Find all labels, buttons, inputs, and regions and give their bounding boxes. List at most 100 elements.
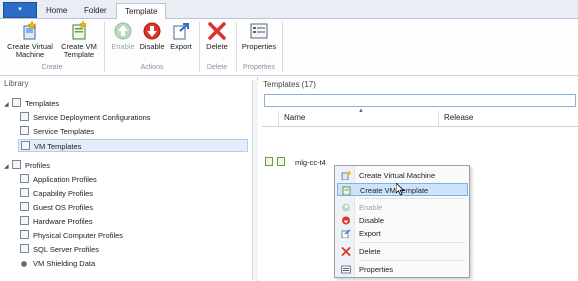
tree-item-service-templates[interactable]: Service Templates <box>20 125 94 138</box>
ribbon-tab-bar: ▾ Home Folder Template <box>0 0 578 20</box>
ribbon-separator <box>282 22 283 72</box>
disable-label: Disable <box>139 42 165 51</box>
tab-folder[interactable]: Folder <box>76 3 115 19</box>
properties-icon <box>250 23 268 39</box>
tab-template[interactable]: Template <box>116 3 167 20</box>
menu-item-label: Export <box>359 229 381 238</box>
delete-button[interactable]: Delete <box>203 21 231 51</box>
menu-separator <box>359 198 465 199</box>
menu-separator <box>359 260 465 261</box>
tree-item-vm-templates[interactable]: VM Templates <box>18 139 248 152</box>
ribbon: Create Virtual Machine Create VM Templat… <box>0 19 578 76</box>
menu-separator <box>359 242 465 243</box>
column-separator[interactable] <box>438 111 439 126</box>
properties-button[interactable]: Properties <box>240 21 278 51</box>
tree-item-label: Application Profiles <box>33 175 97 184</box>
create-template-icon <box>72 21 88 40</box>
column-header-name[interactable]: Name <box>284 113 305 122</box>
tree-item-guest-os-profiles[interactable]: Guest OS Profiles <box>20 201 93 214</box>
application-profile-icon <box>20 174 29 183</box>
physical-computer-profile-icon <box>20 230 29 239</box>
menu-item-properties[interactable]: Properties <box>337 263 468 276</box>
enable-icon <box>114 22 132 40</box>
library-title: Library <box>4 79 29 88</box>
create-template-label-2: Template <box>63 50 95 59</box>
tree-item-label: Guest OS Profiles <box>33 203 94 212</box>
tree-item-physical-computer-profiles[interactable]: Physical Computer Profiles <box>20 229 123 242</box>
group-label-delete: Delete <box>206 64 228 71</box>
properties-icon <box>341 265 351 274</box>
menu-item-label: Enable <box>359 203 383 212</box>
app-menu-button[interactable]: ▾ <box>3 2 37 18</box>
pane-splitter[interactable] <box>252 80 258 280</box>
sql-server-profile-icon <box>20 244 29 253</box>
export-button[interactable]: Export <box>167 21 195 51</box>
disable-icon <box>342 216 350 225</box>
menu-item-delete[interactable]: Delete <box>337 245 468 258</box>
delete-label: Delete <box>206 42 228 51</box>
tree-item-label: VM Shielding Data <box>33 259 96 268</box>
folder-icon <box>12 160 21 169</box>
sort-ascending-icon: ▲ <box>358 108 364 114</box>
tab-home[interactable]: Home <box>38 3 75 19</box>
tree-item-label: Capability Profiles <box>33 189 94 198</box>
tree-item-label: Service Templates <box>33 127 95 136</box>
vm-template-icon <box>21 141 30 150</box>
column-header-release[interactable]: Release <box>444 113 473 122</box>
mouse-cursor-icon <box>396 183 405 196</box>
export-icon <box>173 23 189 40</box>
table-row[interactable]: mlg-cc-t4 <box>265 157 326 169</box>
tree-item-label: Service Deployment Configurations <box>33 113 151 122</box>
column-separator <box>278 111 279 126</box>
shield-icon <box>21 261 27 267</box>
tree-item-label: SQL Server Profiles <box>33 245 99 254</box>
export-label: Export <box>170 42 192 51</box>
disable-button[interactable]: Disable <box>138 21 166 51</box>
status-icon <box>265 157 273 166</box>
group-label-create: Create <box>41 64 63 71</box>
menu-item-enable[interactable]: Enable <box>337 201 468 214</box>
tree-item-application-profiles[interactable]: Application Profiles <box>20 173 97 186</box>
delete-icon <box>208 22 226 40</box>
ribbon-separator <box>199 22 200 72</box>
grid-header: ▲ Name Release <box>262 108 578 127</box>
menu-item-label: Disable <box>359 216 385 225</box>
templates-count-title: Templates (17) <box>263 80 316 89</box>
tree-node-templates[interactable]: ◢ Templates <box>4 97 59 110</box>
menu-item-label: Create VM Template <box>360 186 429 195</box>
create-vm-label-2: Machine <box>15 50 45 59</box>
collapse-triangle-icon[interactable]: ◢ <box>4 99 12 112</box>
filter-input[interactable] <box>264 94 576 107</box>
tree-item-vm-shielding-data[interactable]: VM Shielding Data <box>20 257 95 270</box>
tree-node-label: Profiles <box>25 161 51 170</box>
tree-item-label: Hardware Profiles <box>33 217 93 226</box>
row-name: mlg-cc-t4 <box>295 158 326 167</box>
collapse-triangle-icon[interactable]: ◢ <box>4 161 12 174</box>
tree-item-label: VM Templates <box>34 142 82 151</box>
deployment-config-icon <box>20 112 29 121</box>
menu-item-export[interactable]: Export <box>337 227 468 240</box>
menu-item-label: Properties <box>359 265 394 274</box>
menu-item-create-virtual-machine[interactable]: Create Virtual Machine <box>337 169 468 182</box>
create-template-icon <box>342 186 351 195</box>
group-label-properties: Properties <box>243 64 275 71</box>
enable-button[interactable]: Enable <box>109 21 137 51</box>
tree-node-profiles[interactable]: ◢ Profiles <box>4 159 50 172</box>
properties-label: Properties <box>241 42 277 51</box>
menu-item-label: Delete <box>359 247 381 256</box>
create-vm-template-button[interactable]: Create VM Template <box>58 21 100 59</box>
menu-item-disable[interactable]: Disable <box>337 214 468 227</box>
capability-profile-icon <box>20 188 29 197</box>
hardware-profile-icon <box>20 216 29 225</box>
tree-item-sql-server-profiles[interactable]: SQL Server Profiles <box>20 243 99 256</box>
disable-icon <box>143 22 161 40</box>
create-vm-icon <box>341 171 351 180</box>
tree-item-service-deployment-configurations[interactable]: Service Deployment Configurations <box>20 111 151 124</box>
create-virtual-machine-button[interactable]: Create Virtual Machine <box>4 21 56 59</box>
guest-os-profile-icon <box>20 202 29 211</box>
tree-item-hardware-profiles[interactable]: Hardware Profiles <box>20 215 93 228</box>
service-template-icon <box>20 126 29 135</box>
tree-item-capability-profiles[interactable]: Capability Profiles <box>20 187 93 200</box>
enable-icon <box>342 203 350 212</box>
tree-item-label: Physical Computer Profiles <box>33 231 124 240</box>
